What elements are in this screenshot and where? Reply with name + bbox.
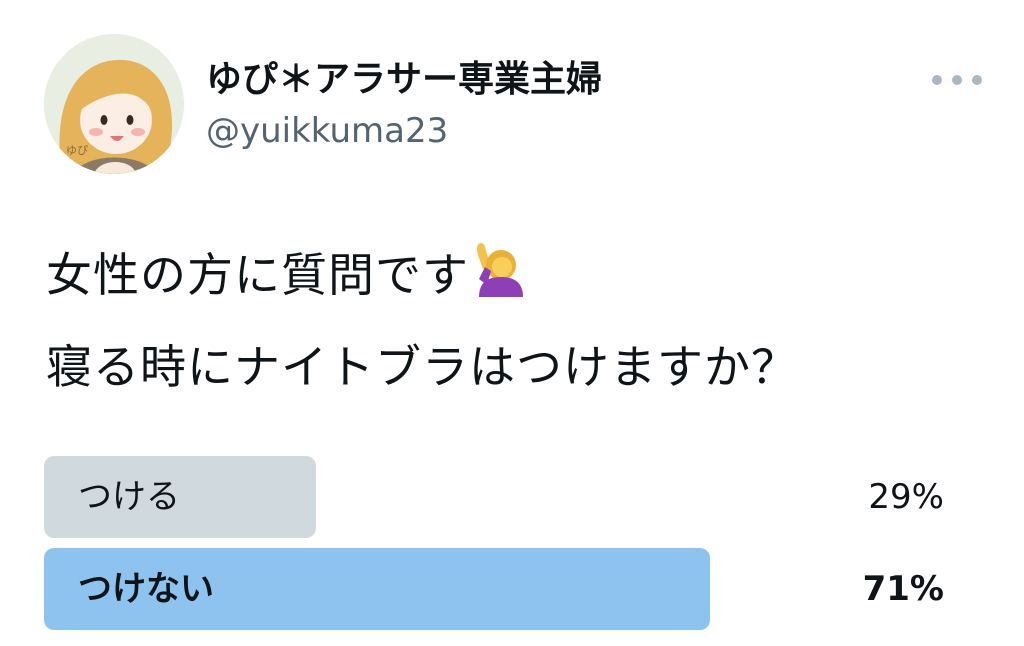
tweet-text-line-1-text: 女性の方に質問です: [46, 248, 469, 302]
svg-text:ゆぴ: ゆぴ: [66, 144, 88, 157]
tweet-text: 女性の方に質問です 寝る時にナイトブラはつけますか？: [46, 232, 996, 410]
tweet-text-line-1: 女性の方に質問です: [46, 232, 996, 324]
tweet-text-line-2: 寝る時にナイトブラはつけますか？: [46, 340, 798, 394]
poll-option-percent: 29%: [868, 477, 944, 517]
poll-option-percent: 71%: [862, 569, 944, 609]
poll-option-label: つけない: [78, 569, 214, 609]
user-handle[interactable]: @yuikkuma23: [206, 108, 448, 154]
avatar-illustration: ゆぴ: [44, 34, 184, 174]
more-dot: [932, 75, 942, 85]
poll-option-tsukeru[interactable]: つける 29%: [44, 456, 948, 538]
more-horizontal-icon[interactable]: [932, 62, 982, 98]
woman-raising-hand-icon: [471, 238, 525, 324]
more-dot: [952, 75, 962, 85]
avatar[interactable]: ゆぴ: [44, 34, 184, 174]
poll-option-label: つける: [78, 477, 180, 517]
display-name[interactable]: ゆぴ＊アラサー専業主婦: [206, 56, 602, 104]
poll-option-tsukenai[interactable]: つけない 71%: [44, 548, 948, 630]
more-dot: [972, 75, 982, 85]
